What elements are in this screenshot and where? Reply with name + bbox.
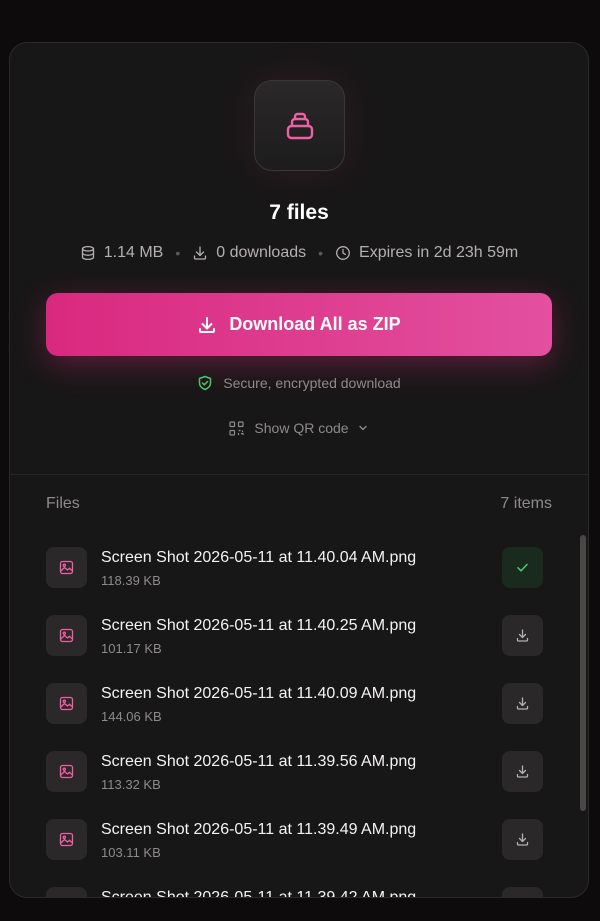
- image-icon: [46, 615, 87, 656]
- meta-downloads: 0 downloads: [192, 244, 306, 262]
- file-size: 144.06 KB: [101, 709, 162, 724]
- file-download-button[interactable]: [502, 751, 543, 792]
- download-icon: [516, 629, 529, 642]
- image-icon: [46, 819, 87, 860]
- secure-note: Secure, encrypted download: [10, 375, 588, 391]
- file-name: Screen Shot 2026-05-11 at 11.39.49 AM.pn…: [101, 821, 417, 838]
- meta-expiry: Expires in 2d 23h 59m: [335, 244, 518, 262]
- share-meta: 1.14 MB • 0 downloads • Expires in 2d 23…: [10, 244, 588, 262]
- download-icon: [516, 697, 529, 710]
- image-icon: [46, 683, 87, 724]
- download-icon: [194, 246, 207, 260]
- file-size: 118.39 KB: [101, 573, 161, 588]
- file-row: Screen Shot 2026-05-11 at 11.39.56 AM.pn…: [46, 737, 543, 805]
- file-downloaded-button[interactable]: [502, 547, 543, 588]
- image-icon: [46, 887, 87, 897]
- download-icon: [516, 833, 529, 846]
- file-row: Screen Shot 2026-05-11 at 11.39.42 AM.pn…: [46, 873, 543, 898]
- file-list[interactable]: Screen Shot 2026-05-11 at 11.40.04 AM.pn…: [10, 533, 588, 898]
- file-list-scrollbar[interactable]: [580, 535, 586, 811]
- meta-expiry-value: Expires in 2d 23h 59m: [359, 244, 519, 261]
- clock-icon: [336, 246, 350, 260]
- files-count: 7 items: [500, 495, 552, 512]
- file-size: 103.11 KB: [101, 845, 161, 860]
- file-row: Screen Shot 2026-05-11 at 11.40.04 AM.pn…: [46, 533, 543, 601]
- chevron-down-icon: [358, 425, 367, 431]
- shield-check-icon: [199, 375, 212, 391]
- file-name: Screen Shot 2026-05-11 at 11.39.56 AM.pn…: [101, 753, 417, 770]
- image-icon: [46, 751, 87, 792]
- file-row: Screen Shot 2026-05-11 at 11.39.49 AM.pn…: [46, 805, 543, 873]
- file-size: 113.32 KB: [101, 777, 161, 792]
- download-all-button[interactable]: Download All as ZIP: [46, 293, 552, 356]
- file-name: Screen Shot 2026-05-11 at 11.39.42 AM.pn…: [101, 889, 417, 898]
- meta-separator: •: [175, 245, 181, 261]
- file-name: Screen Shot 2026-05-11 at 11.40.09 AM.pn…: [101, 685, 417, 702]
- qr-code-icon: [229, 420, 245, 436]
- file-size: 101.17 KB: [101, 641, 162, 656]
- meta-size: 1.14 MB: [80, 244, 164, 262]
- file-download-button[interactable]: [502, 683, 543, 724]
- file-download-button[interactable]: [502, 819, 543, 860]
- check-icon: [517, 563, 528, 572]
- qr-label: Show QR code: [254, 420, 349, 436]
- file-name: Screen Shot 2026-05-11 at 11.40.04 AM.pn…: [101, 549, 417, 566]
- share-summary: 7 files 1.14 MB • 0 downloads • Expires …: [10, 43, 588, 475]
- file-row: Screen Shot 2026-05-11 at 11.40.25 AM.pn…: [46, 601, 543, 669]
- file-name: Screen Shot 2026-05-11 at 11.40.25 AM.pn…: [101, 617, 417, 634]
- files-title: Files: [46, 495, 80, 512]
- database-icon: [81, 245, 94, 261]
- download-all-label: Download All as ZIP: [229, 314, 401, 334]
- show-qr-toggle[interactable]: Show QR code: [10, 420, 588, 436]
- secure-label: Secure, encrypted download: [223, 375, 401, 391]
- page-title: 7 files: [269, 201, 329, 224]
- image-icon: [46, 547, 87, 588]
- file-download-button[interactable]: [502, 615, 543, 656]
- meta-downloads-value: 0 downloads: [216, 244, 307, 261]
- share-card: 7 files 1.14 MB • 0 downloads • Expires …: [9, 42, 589, 898]
- meta-separator: •: [318, 245, 324, 261]
- meta-size-value: 1.14 MB: [103, 244, 164, 261]
- stack-icon: [254, 80, 345, 171]
- files-header: Files 7 items: [46, 495, 552, 513]
- file-row: Screen Shot 2026-05-11 at 11.40.09 AM.pn…: [46, 669, 543, 737]
- download-icon: [516, 765, 529, 778]
- download-icon: [199, 316, 216, 333]
- file-download-button[interactable]: [502, 887, 543, 897]
